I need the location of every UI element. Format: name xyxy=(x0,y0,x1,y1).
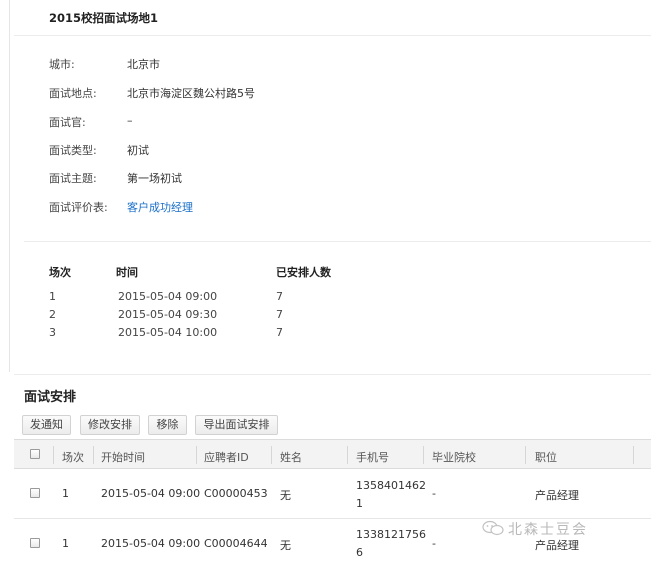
column-header-school[interactable]: 毕业院校 xyxy=(432,449,476,465)
send-notice-button[interactable]: 发通知 xyxy=(22,415,71,435)
column-separator xyxy=(93,446,94,464)
session-time: 2015-05-04 10:00 xyxy=(118,326,218,339)
left-border xyxy=(9,0,10,372)
session-time: 2015-05-04 09:00 xyxy=(118,290,218,303)
interviewer-value: – xyxy=(127,114,133,127)
divider xyxy=(24,241,651,242)
divider xyxy=(14,374,651,375)
sessions-header-no: 场次 xyxy=(49,266,71,279)
row-checkbox[interactable] xyxy=(30,538,40,548)
column-header-name[interactable]: 姓名 xyxy=(280,449,302,465)
row-no: 1 xyxy=(62,487,69,500)
column-header-phone[interactable]: 手机号 xyxy=(356,449,389,465)
interview-type-value: 初试 xyxy=(127,144,149,157)
interviewer-label: 面试官: xyxy=(49,116,86,129)
select-all-checkbox[interactable] xyxy=(30,449,40,459)
column-header-candidate-id[interactable]: 应聘者ID xyxy=(204,449,249,465)
column-separator xyxy=(633,446,634,464)
column-header-start-time[interactable]: 开始时间 xyxy=(101,449,145,465)
column-separator xyxy=(525,446,526,464)
session-no: 2 xyxy=(49,308,56,321)
column-separator xyxy=(347,446,348,464)
sessions-header-time: 时间 xyxy=(116,266,138,279)
divider xyxy=(14,35,651,36)
session-time: 2015-05-04 09:30 xyxy=(118,308,218,321)
session-count: 7 xyxy=(276,326,283,339)
evaluation-form-link[interactable]: 客户成功经理 xyxy=(127,199,193,215)
edit-arrangement-button[interactable]: 修改安排 xyxy=(80,415,140,435)
interview-type-label: 面试类型: xyxy=(49,144,97,157)
evaluation-form-label: 面试评价表: xyxy=(49,201,108,214)
row-candidate-id: C00000453 xyxy=(204,487,268,500)
column-separator xyxy=(196,446,197,464)
venue-title: 2015校招面试场地1 xyxy=(49,11,159,25)
row-start-time: 2015-05-04 09:00 xyxy=(101,537,201,550)
column-header-position[interactable]: 职位 xyxy=(535,449,557,465)
session-no: 1 xyxy=(49,290,56,303)
row-phone-line2: 1 xyxy=(356,497,363,510)
watermark-text: 北森士豆会 xyxy=(508,522,588,538)
table-header: 场次 开始时间 应聘者ID 姓名 手机号 毕业院校 职位 xyxy=(14,439,651,469)
row-name: 无 xyxy=(280,489,291,502)
row-no: 1 xyxy=(62,537,69,550)
row-school: - xyxy=(432,487,436,500)
row-candidate-id: C00004644 xyxy=(204,537,268,550)
session-no: 3 xyxy=(49,326,56,339)
column-separator xyxy=(271,446,272,464)
interview-theme-label: 面试主题: xyxy=(49,172,97,185)
city-label: 城市: xyxy=(49,58,75,71)
session-count: 7 xyxy=(276,290,283,303)
row-school: - xyxy=(432,537,436,550)
export-arrangement-button[interactable]: 导出面试安排 xyxy=(195,415,278,435)
row-checkbox[interactable] xyxy=(30,488,40,498)
interview-theme-value: 第一场初试 xyxy=(127,172,182,185)
row-position: 产品经理 xyxy=(535,489,579,502)
sessions-header-count: 已安排人数 xyxy=(276,266,331,279)
remove-button[interactable]: 移除 xyxy=(148,415,187,435)
row-phone-line2: 6 xyxy=(356,546,363,559)
city-value: 北京市 xyxy=(127,58,160,71)
row-position: 产品经理 xyxy=(535,539,579,552)
column-separator xyxy=(53,446,54,464)
location-label: 面试地点: xyxy=(49,87,97,100)
wechat-icon xyxy=(482,520,504,536)
column-separator xyxy=(423,446,424,464)
row-phone-line1: 1338121756 xyxy=(356,528,426,541)
arrangement-title: 面试安排 xyxy=(24,390,77,405)
row-name: 无 xyxy=(280,539,291,552)
row-start-time: 2015-05-04 09:00 xyxy=(101,487,201,500)
row-phone-line1: 1358401462 xyxy=(356,479,426,492)
location-value: 北京市海淀区魏公村路5号 xyxy=(127,87,255,100)
column-header-no[interactable]: 场次 xyxy=(62,449,84,465)
session-count: 7 xyxy=(276,308,283,321)
